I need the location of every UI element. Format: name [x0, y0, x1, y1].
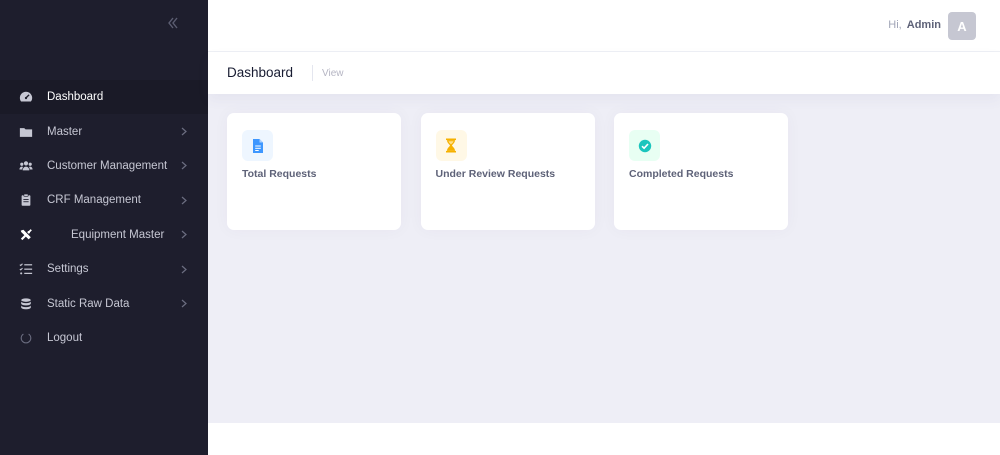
under-review-requests-card[interactable]: Under Review Requests [420, 113, 595, 230]
chevron-right-icon [181, 264, 189, 274]
sidebar-brand-area [0, 0, 208, 80]
sidebar-menu: Dashboard Master Customer Management CRF… [0, 80, 208, 355]
chevron-right-icon [181, 299, 189, 309]
sidebar-item-label: Equipment Master [71, 228, 165, 241]
sidebar-item-label: Master [47, 125, 83, 138]
page-title: Dashboard [227, 65, 294, 80]
sidebar-item-crf-management[interactable]: CRF Management [0, 183, 208, 217]
sidebar-item-label: Customer Management [47, 159, 168, 172]
chevron-right-icon [181, 127, 189, 137]
folder-icon [18, 124, 34, 140]
chevron-right-icon [181, 230, 189, 240]
sidebar-item-label: Static Raw Data [47, 297, 130, 310]
user-greeting[interactable]: Hi, Admin [888, 19, 941, 31]
card-label: Under Review Requests [435, 168, 556, 180]
card-label: Completed Requests [629, 168, 734, 180]
avatar[interactable]: A [948, 12, 976, 40]
sidebar-item-settings[interactable]: Settings [0, 252, 208, 286]
sidebar-item-equipment-master[interactable]: Equipment Master [0, 218, 208, 252]
sidebar-item-static-raw-data[interactable]: Static Raw Data [0, 286, 208, 320]
sidebar-item-master[interactable]: Master [0, 114, 208, 148]
sidebar-item-label: Settings [47, 263, 89, 276]
card-label: Total Requests [242, 168, 317, 180]
tasks-icon [18, 261, 34, 277]
check-circle-icon [629, 130, 660, 161]
user-name: Admin [906, 19, 941, 31]
total-requests-card[interactable]: Total Requests [227, 113, 401, 230]
sidebar-item-dashboard[interactable]: Dashboard [0, 80, 208, 115]
chevron-right-icon [181, 161, 189, 171]
main-content: Total Requests Under Review Requests Com… [208, 94, 1000, 423]
sidebar-item-label: Logout [47, 331, 83, 344]
file-icon [242, 130, 273, 161]
sidebar-item-label: CRF Management [47, 194, 141, 207]
clipboard-icon [18, 192, 34, 208]
footer [208, 423, 1000, 455]
sidebar-item-label: Dashboard [47, 91, 104, 104]
completed-requests-card[interactable]: Completed Requests [614, 113, 788, 230]
title-divider [312, 65, 313, 81]
subheader: Dashboard View [208, 52, 1000, 94]
page-subtitle: View [322, 67, 344, 79]
tools-icon [18, 227, 34, 243]
top-header: Hi, Admin A [208, 0, 1000, 52]
power-icon [18, 330, 34, 346]
database-icon [18, 296, 34, 312]
users-icon [18, 158, 34, 174]
sidebar-collapse-button[interactable] [162, 14, 184, 36]
chevron-right-icon [181, 195, 189, 205]
tachometer-icon [18, 89, 34, 105]
greeting-text: Hi, [888, 19, 902, 31]
sidebar-item-customer-management[interactable]: Customer Management [0, 149, 208, 183]
hourglass-icon [435, 130, 467, 161]
double-chevron-left-icon [166, 16, 180, 35]
sidebar-item-logout[interactable]: Logout [0, 321, 208, 355]
sidebar: Dashboard Master Customer Management CRF… [0, 0, 208, 455]
